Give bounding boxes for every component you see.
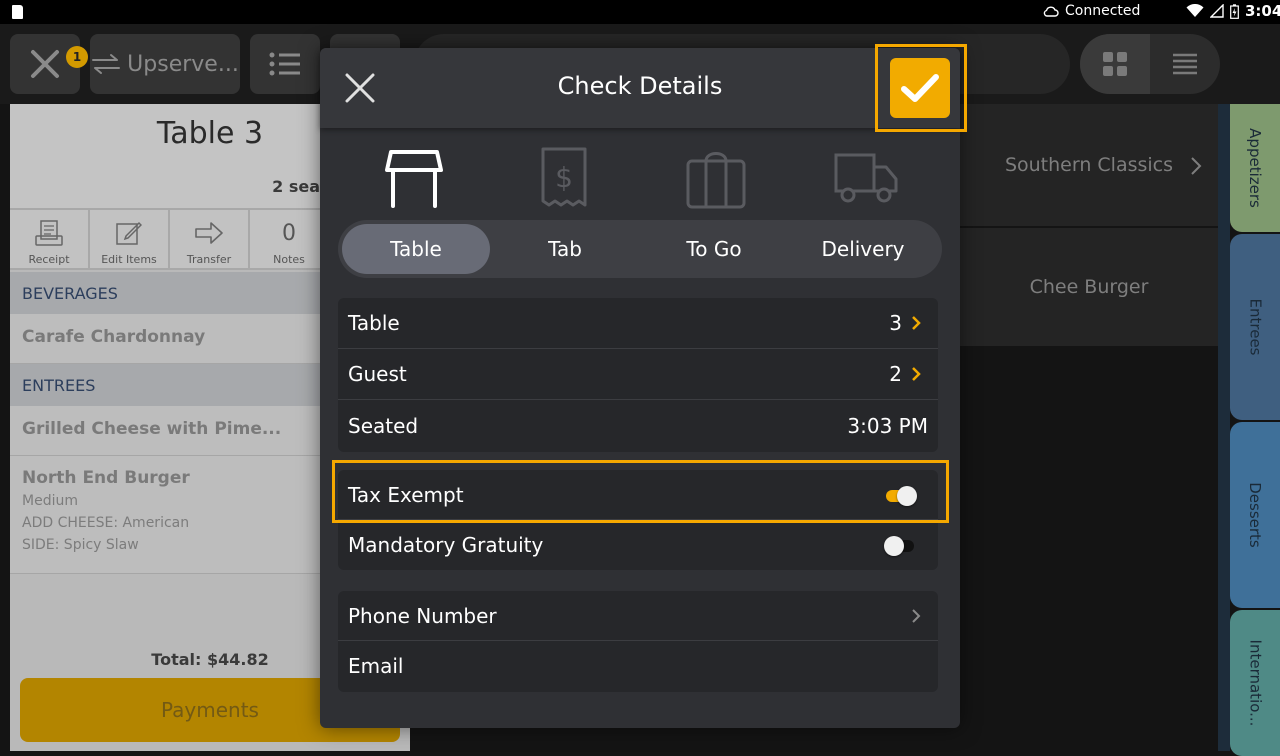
upserve-switch-button[interactable]: Upserve... [90, 34, 240, 94]
chevron-right-icon [910, 608, 922, 624]
category-label: Entrees [1246, 298, 1265, 356]
swap-arrows-icon [92, 54, 121, 74]
transfer-button[interactable]: Transfer [170, 210, 250, 270]
notes-count: 0 [282, 220, 296, 246]
mandatory-gratuity-row: Mandatory Gratuity [338, 520, 938, 570]
type-option-table[interactable]: Table [342, 224, 490, 274]
connection-status: Connected [1043, 3, 1140, 19]
chevron-right-icon [1191, 157, 1202, 175]
receipt-label: Receipt [28, 253, 70, 266]
grid-view-button[interactable] [1080, 34, 1150, 94]
category-tab-appetizers[interactable]: Appetizers [1230, 104, 1280, 232]
category-label: Desserts [1246, 482, 1265, 548]
type-option-to-go[interactable]: To Go [640, 224, 788, 274]
battery-icon [1230, 3, 1239, 19]
notes-label: Notes [273, 253, 305, 266]
row-label: Phone Number [348, 603, 497, 628]
toggle-knob [897, 485, 917, 506]
menu-tile-southern-classics[interactable]: Southern Classics [960, 104, 1218, 226]
system-icons: 3:04 [1186, 2, 1280, 20]
list-view-button[interactable] [1150, 34, 1220, 94]
confirm-button[interactable] [890, 58, 950, 118]
phone-number-row[interactable]: Phone Number [338, 591, 938, 641]
category-tab-desserts[interactable]: Desserts [1230, 422, 1280, 608]
notes-button[interactable]: 0 Notes [250, 210, 330, 270]
row-label: Tax Exempt [348, 482, 464, 507]
row-value: 3 [889, 311, 902, 335]
notification-badge: 1 [66, 46, 88, 68]
delivery-truck-icon[interactable] [834, 146, 898, 210]
grid-icon [1103, 52, 1127, 76]
edit-items-button[interactable]: Edit Items [90, 210, 170, 270]
seated-row: Seated 3:03 PM [338, 400, 938, 451]
upserve-label: Upserve... [127, 51, 239, 77]
close-check-button[interactable]: 1 [10, 34, 88, 94]
edit-icon [116, 221, 142, 245]
email-row[interactable]: Email [338, 641, 938, 691]
row-label: Email [348, 654, 404, 678]
toggles-group: Tax Exempt Mandatory Gratuity [338, 470, 938, 570]
receipt-icon [35, 220, 63, 246]
view-toggle [1080, 34, 1220, 94]
table-icon[interactable] [382, 146, 446, 210]
row-value: 3:03 PM [847, 413, 928, 438]
clock: 3:04 [1245, 2, 1280, 20]
toggle-knob [884, 536, 904, 556]
category-tab-international[interactable]: Internatio... [1230, 610, 1280, 756]
svg-text:$: $ [555, 161, 573, 194]
category-label: Internatio... [1246, 639, 1265, 727]
pos-screen: Connected 3:04 1 Upserve... Table 3 2 se… [0, 0, 1280, 756]
row-label: Mandatory Gratuity [348, 533, 544, 557]
status-bar: Connected 3:04 [0, 0, 1280, 24]
menu-tile-label: Southern Classics [1004, 154, 1174, 176]
tax-exempt-toggle[interactable] [886, 485, 917, 506]
category-tab-entrees[interactable]: Entrees [1230, 234, 1280, 420]
check-details-modal: Check Details $ Table Tab To Go Delivery [320, 44, 967, 728]
mandatory-gratuity-toggle[interactable] [884, 535, 916, 556]
list-icon [269, 52, 300, 76]
row-label: Seated [348, 413, 419, 438]
close-icon [31, 50, 59, 78]
table-row[interactable]: Table 3 [338, 298, 938, 349]
wifi-icon [1186, 4, 1204, 17]
transfer-label: Transfer [186, 253, 232, 266]
hamburger-icon [1173, 53, 1197, 75]
modal-header: Check Details [320, 48, 960, 128]
checkmark-icon [901, 74, 939, 102]
tax-exempt-row: Tax Exempt [338, 470, 938, 520]
menu-tile-chee-burger[interactable]: Chee Burger [960, 228, 1218, 346]
type-option-delivery[interactable]: Delivery [789, 224, 937, 274]
type-option-tab[interactable]: Tab [491, 224, 639, 274]
signal-icon [1210, 4, 1224, 18]
contact-group: Phone Number Email [338, 591, 938, 692]
cloud-icon [1043, 6, 1059, 17]
receipt-button[interactable]: Receipt [10, 210, 90, 270]
sd-card-icon [12, 5, 23, 19]
modal-title: Check Details [557, 72, 723, 100]
chevron-right-icon [910, 315, 922, 331]
guest-row[interactable]: Guest 2 [338, 349, 938, 400]
details-group: Table 3 Guest 2 Seated 3:03 PM [338, 298, 938, 452]
list-menu-button[interactable] [250, 34, 320, 94]
category-label: Appetizers [1246, 128, 1265, 208]
receipt-dollar-icon[interactable]: $ [532, 146, 596, 210]
menu-tile-label: Chee Burger [1029, 276, 1149, 298]
shopping-bag-icon[interactable] [684, 146, 748, 210]
connection-label: Connected [1065, 3, 1141, 19]
row-value: 2 [889, 362, 902, 386]
chevron-right-icon [910, 366, 922, 382]
row-label: Guest [348, 362, 407, 386]
row-label: Table [348, 311, 400, 335]
check-type-selector: Table Tab To Go Delivery [338, 220, 942, 278]
category-rail [1218, 104, 1230, 751]
arrow-right-icon [195, 222, 223, 244]
edit-items-label: Edit Items [101, 253, 157, 266]
